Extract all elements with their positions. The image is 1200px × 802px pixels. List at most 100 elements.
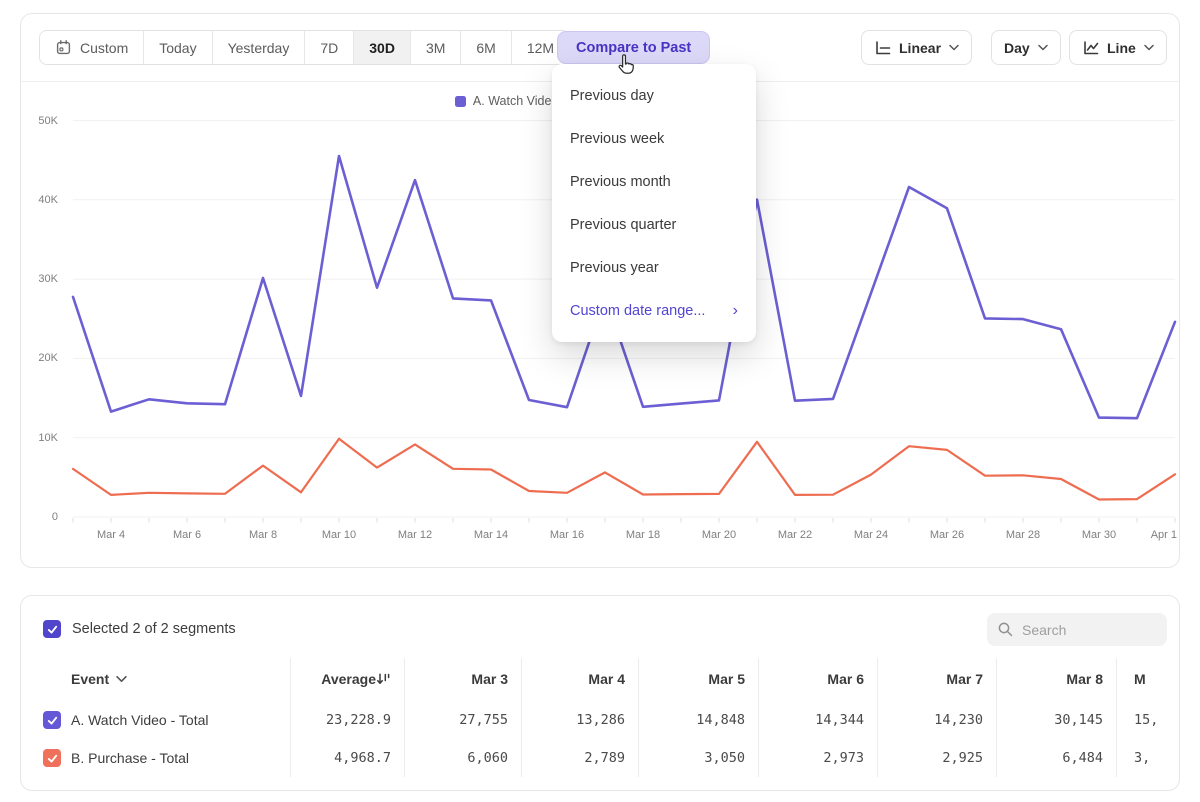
value-cell: 2,925: [877, 750, 996, 766]
selected-summary: Selected 2 of 2 segments: [72, 621, 236, 637]
legend-swatch: [455, 96, 466, 107]
date-range-group: Custom Today Yesterday 7D 30D 3M 6M 12M: [39, 30, 570, 65]
search-icon: [997, 621, 1014, 638]
column-header-label: Mar 3: [471, 671, 508, 687]
row-checkbox[interactable]: [43, 711, 61, 729]
line-chart-type-dropdown[interactable]: Line: [1069, 30, 1167, 65]
range-label: 3M: [426, 40, 445, 56]
column-separator: [638, 658, 639, 777]
table-row: B. Purchase - Total 4,968.76,0602,7893,05…: [21, 739, 1180, 777]
range-label: 6M: [476, 40, 495, 56]
column-separator: [877, 658, 878, 777]
column-separator: [521, 658, 522, 777]
custom-date-range-label: Custom date range...: [570, 303, 705, 319]
value-cell: 3,050: [638, 750, 758, 766]
value-cell: 6,060: [404, 750, 521, 766]
row-checkbox[interactable]: [43, 749, 61, 767]
menu-item-previous-week[interactable]: Previous week: [552, 117, 756, 160]
segments-header: Selected 2 of 2 segments: [21, 596, 1179, 656]
check-icon: [46, 623, 59, 636]
line-label: Line: [1107, 40, 1136, 56]
column-header-label: Mar 7: [946, 671, 983, 687]
chevron-down-icon: [1038, 44, 1048, 51]
value-cell: 23,228.9: [290, 712, 404, 728]
menu-item-previous-day[interactable]: Previous day: [552, 74, 756, 117]
value-cell: 27,755: [404, 712, 521, 728]
range-button-custom[interactable]: Custom: [40, 31, 144, 64]
chevron-right-icon: ›: [733, 303, 738, 319]
select-all-checkbox[interactable]: [43, 620, 61, 638]
range-button-6m[interactable]: 6M: [461, 31, 511, 64]
compare-to-past-button[interactable]: Compare to Past: [557, 31, 710, 64]
column-header-label: M: [1134, 671, 1146, 687]
column-header-average[interactable]: Average: [290, 671, 404, 687]
value-cell: 2,973: [758, 750, 877, 766]
menu-item-previous-year[interactable]: Previous year: [552, 246, 756, 289]
column-separator: [1116, 658, 1117, 777]
compare-to-past-label: Compare to Past: [576, 40, 691, 56]
range-button-30d[interactable]: 30D: [354, 31, 411, 64]
linear-label: Linear: [899, 40, 941, 56]
range-label: Custom: [80, 40, 128, 56]
value-cell: 14,344: [758, 712, 877, 728]
range-button-7d[interactable]: 7D: [305, 31, 354, 64]
value-cell: 13,286: [521, 712, 638, 728]
event-cell: A. Watch Video - Total: [21, 711, 290, 729]
column-separator: [290, 658, 291, 777]
range-label: 30D: [369, 40, 395, 56]
range-button-today[interactable]: Today: [144, 31, 212, 64]
search-box: [987, 613, 1167, 646]
chevron-down-icon: [949, 44, 959, 51]
column-header-label: Average: [321, 671, 376, 687]
value-cell: 4,968.7: [290, 750, 404, 766]
column-header-m[interactable]: M: [1116, 671, 1180, 687]
column-header-label: Mar 6: [827, 671, 864, 687]
axis-scale-icon: [874, 40, 891, 56]
table-header-row: Event Average Mar 3 Mar 4 Mar 5 Mar 6 Mar 7 Mar…: [21, 662, 1180, 696]
value-cell: 14,848: [638, 712, 758, 728]
column-header-label: Mar 4: [588, 671, 625, 687]
linear-dropdown[interactable]: Linear: [861, 30, 972, 65]
column-header-mar-8[interactable]: Mar 8: [996, 671, 1116, 687]
column-header-mar-3[interactable]: Mar 3: [404, 671, 521, 687]
event-cell: B. Purchase - Total: [21, 749, 290, 767]
event-label: B. Purchase - Total: [71, 750, 189, 766]
line-chart-icon: [1082, 40, 1099, 56]
column-header-mar-6[interactable]: Mar 6: [758, 671, 877, 687]
column-header-label: Mar 5: [708, 671, 745, 687]
range-button-yesterday[interactable]: Yesterday: [213, 31, 306, 64]
value-cell: 2,789: [521, 750, 638, 766]
event-column-header[interactable]: Event: [21, 671, 290, 687]
range-label: 12M: [527, 40, 554, 56]
column-separator: [404, 658, 405, 777]
column-header-mar-7[interactable]: Mar 7: [877, 671, 996, 687]
table-row: A. Watch Video - Total 23,228.927,75513,2…: [21, 701, 1180, 739]
chevron-down-icon: [116, 675, 127, 683]
chevron-down-icon: [1144, 44, 1154, 51]
range-label: Today: [159, 40, 196, 56]
value-cell: 30,145: [996, 712, 1116, 728]
column-header-label: Event: [71, 671, 109, 687]
day-dropdown[interactable]: Day: [991, 30, 1061, 65]
range-label: 7D: [320, 40, 338, 56]
menu-item-custom-date-range[interactable]: Custom date range... ›: [552, 289, 756, 332]
day-label: Day: [1004, 40, 1030, 56]
column-separator: [758, 658, 759, 777]
column-header-label: Mar 8: [1066, 671, 1103, 687]
column-separator: [996, 658, 997, 777]
column-header-mar-5[interactable]: Mar 5: [638, 671, 758, 687]
calendar-icon: [55, 39, 72, 56]
menu-item-previous-month[interactable]: Previous month: [552, 160, 756, 203]
chart-line-b: [73, 439, 1175, 500]
search-input[interactable]: [1022, 622, 1152, 638]
value-cell: 3,: [1116, 750, 1180, 766]
column-header-mar-4[interactable]: Mar 4: [521, 671, 638, 687]
range-label: Yesterday: [228, 40, 290, 56]
segments-card: Selected 2 of 2 segments Event Average Mar…: [20, 595, 1180, 791]
event-label: A. Watch Video - Total: [71, 712, 208, 728]
menu-item-previous-quarter[interactable]: Previous quarter: [552, 203, 756, 246]
value-cell: 15,: [1116, 712, 1180, 728]
compare-to-past-menu: Previous dayPrevious weekPrevious monthP…: [552, 64, 756, 342]
sort-descending-icon: [376, 672, 391, 686]
range-button-3m[interactable]: 3M: [411, 31, 461, 64]
